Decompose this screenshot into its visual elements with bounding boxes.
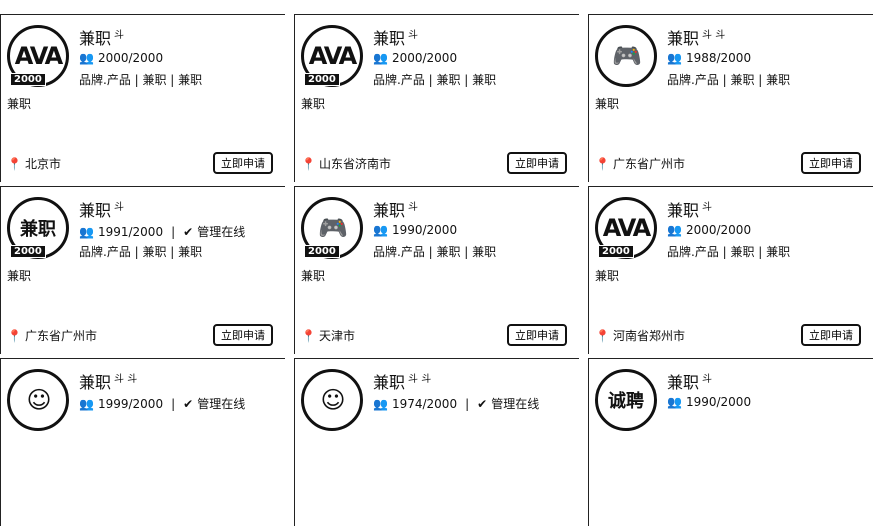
- group-card-grid: AVA 2000 兼职斗 👥 2000/2000 品牌.产品 | 兼职 | 兼职 兼…: [0, 0, 880, 526]
- member-count: 1990/2000: [391, 223, 458, 237]
- group-tags: 品牌.产品 | 兼职 | 兼职: [667, 73, 791, 87]
- members-icon: 👥: [667, 223, 682, 237]
- verified-icon: ✔: [183, 396, 194, 411]
- group-logo: AVA 2000: [595, 197, 657, 259]
- members-icon: 👥: [667, 51, 682, 65]
- group-meta: 👥 1988/2000: [667, 51, 751, 65]
- group-tags: 品牌.产品 | 兼职 | 兼职: [667, 245, 791, 259]
- group-desc: 兼职: [595, 269, 620, 283]
- members-icon: 👥: [373, 51, 388, 65]
- location-pin-icon: 📍: [7, 328, 22, 343]
- group-logo: 🎮 2000: [301, 197, 363, 259]
- member-count: 1988/2000: [685, 51, 752, 65]
- group-title[interactable]: 兼职斗: [667, 369, 712, 393]
- group-desc: 兼职: [301, 97, 326, 111]
- verified-icon: ✔: [183, 224, 194, 239]
- group-location: 📍 广东省广州市: [7, 328, 97, 344]
- members-icon: 👥: [373, 396, 388, 411]
- level-badge: 2000: [10, 73, 46, 86]
- group-card[interactable]: 诚聘 兼职斗 👥 1990/2000: [588, 358, 873, 526]
- location-pin-icon: 📍: [595, 328, 610, 343]
- group-tags: 品牌.产品 | 兼职 | 兼职: [79, 245, 203, 259]
- group-location: 📍 山东省济南市: [301, 156, 391, 172]
- group-logo: 诚聘: [595, 369, 657, 431]
- apply-button[interactable]: 立即申请: [213, 152, 273, 174]
- group-card[interactable]: 🎮 兼职斗 斗 👥 1988/2000 品牌.产品 | 兼职 | 兼职 兼职 📍 广…: [588, 14, 873, 182]
- group-logo: 🎮: [595, 25, 657, 87]
- group-desc: 兼职: [301, 269, 326, 283]
- member-count: 1990/2000: [685, 395, 752, 409]
- group-card[interactable]: 🎮 2000 兼职斗 👥 1990/2000 品牌.产品 | 兼职 | 兼职 兼职 …: [294, 186, 579, 354]
- level-badge: 2000: [304, 245, 340, 258]
- members-icon: 👥: [373, 223, 388, 237]
- group-logo: AVA 2000: [301, 25, 363, 87]
- group-tags: 品牌.产品 | 兼职 | 兼职: [79, 73, 203, 87]
- group-logo: AVA 2000: [7, 25, 69, 87]
- verified-icon: ✔: [477, 396, 488, 411]
- group-desc: 兼职: [7, 269, 32, 283]
- group-location: 📍 北京市: [7, 156, 61, 172]
- member-count: 1991/2000: [97, 224, 164, 239]
- group-title[interactable]: 兼职斗 斗: [79, 369, 137, 393]
- location-pin-icon: 📍: [301, 328, 316, 343]
- group-card[interactable]: AVA 2000 兼职斗 👥 2000/2000 品牌.产品 | 兼职 | 兼职 兼…: [294, 14, 579, 182]
- apply-button[interactable]: 立即申请: [801, 324, 861, 346]
- group-logo: ☺: [301, 369, 363, 431]
- group-title[interactable]: 兼职斗 斗: [667, 25, 725, 49]
- member-count: 2000/2000: [97, 51, 164, 65]
- apply-button[interactable]: 立即申请: [507, 152, 567, 174]
- apply-button[interactable]: 立即申请: [213, 324, 273, 346]
- group-meta: 👥 2000/2000: [373, 51, 457, 65]
- member-count: 1974/2000: [391, 396, 458, 411]
- members-icon: 👥: [79, 51, 94, 65]
- group-meta: 👥 2000/2000: [667, 223, 751, 237]
- level-badge: 2000: [304, 73, 340, 86]
- group-card[interactable]: ☺ 兼职斗 斗 👥 1974/2000 | ✔ 管理在线: [294, 358, 579, 526]
- member-count: 2000/2000: [685, 223, 752, 237]
- group-meta: 👥 1990/2000: [373, 223, 457, 237]
- group-card[interactable]: 兼职 2000 兼职斗 👥 1991/2000 | ✔ 管理在线 品牌.产品 | 兼职 |…: [0, 186, 285, 354]
- group-location: 📍 天津市: [301, 328, 355, 344]
- level-badge: 2000: [598, 245, 634, 258]
- group-title[interactable]: 兼职斗 斗: [373, 369, 431, 393]
- members-icon: 👥: [79, 396, 94, 411]
- group-logo: 兼职 2000: [7, 197, 69, 259]
- group-card[interactable]: AVA 2000 兼职斗 👥 2000/2000 品牌.产品 | 兼职 | 兼职 兼…: [588, 186, 873, 354]
- group-card[interactable]: ☺ 兼职斗 斗 👥 1999/2000 | ✔ 管理在线: [0, 358, 285, 526]
- group-tags: 品牌.产品 | 兼职 | 兼职: [373, 73, 497, 87]
- member-count: 1999/2000: [97, 396, 164, 411]
- apply-button[interactable]: 立即申请: [507, 324, 567, 346]
- group-title[interactable]: 兼职斗: [79, 25, 124, 49]
- group-card[interactable]: AVA 2000 兼职斗 👥 2000/2000 品牌.产品 | 兼职 | 兼职 兼…: [0, 14, 285, 182]
- group-meta: 👥 2000/2000: [79, 51, 163, 65]
- group-meta: 👥 1991/2000 | ✔ 管理在线: [79, 224, 246, 240]
- group-desc: 兼职: [595, 97, 620, 111]
- location-pin-icon: 📍: [595, 156, 610, 171]
- group-title[interactable]: 兼职斗: [373, 25, 418, 49]
- admin-online-label: 管理在线: [197, 225, 246, 239]
- group-title[interactable]: 兼职斗: [79, 197, 124, 221]
- admin-online-label: 管理在线: [197, 397, 246, 411]
- group-title[interactable]: 兼职斗: [373, 197, 418, 221]
- apply-button[interactable]: 立即申请: [801, 152, 861, 174]
- members-icon: 👥: [667, 395, 682, 409]
- group-tags: 品牌.产品 | 兼职 | 兼职: [373, 245, 497, 259]
- location-pin-icon: 📍: [7, 156, 22, 171]
- group-desc: 兼职: [7, 97, 32, 111]
- admin-online-label: 管理在线: [491, 397, 540, 411]
- members-icon: 👥: [79, 224, 94, 239]
- group-logo: ☺: [7, 369, 69, 431]
- group-title[interactable]: 兼职斗: [667, 197, 712, 221]
- group-location: 📍 河南省郑州市: [595, 328, 685, 344]
- location-pin-icon: 📍: [301, 156, 316, 171]
- group-meta: 👥 1974/2000 | ✔ 管理在线: [373, 396, 540, 412]
- member-count: 2000/2000: [391, 51, 458, 65]
- level-badge: 2000: [10, 245, 46, 258]
- group-meta: 👥 1990/2000: [667, 395, 751, 409]
- group-location: 📍 广东省广州市: [595, 156, 685, 172]
- group-meta: 👥 1999/2000 | ✔ 管理在线: [79, 396, 246, 412]
